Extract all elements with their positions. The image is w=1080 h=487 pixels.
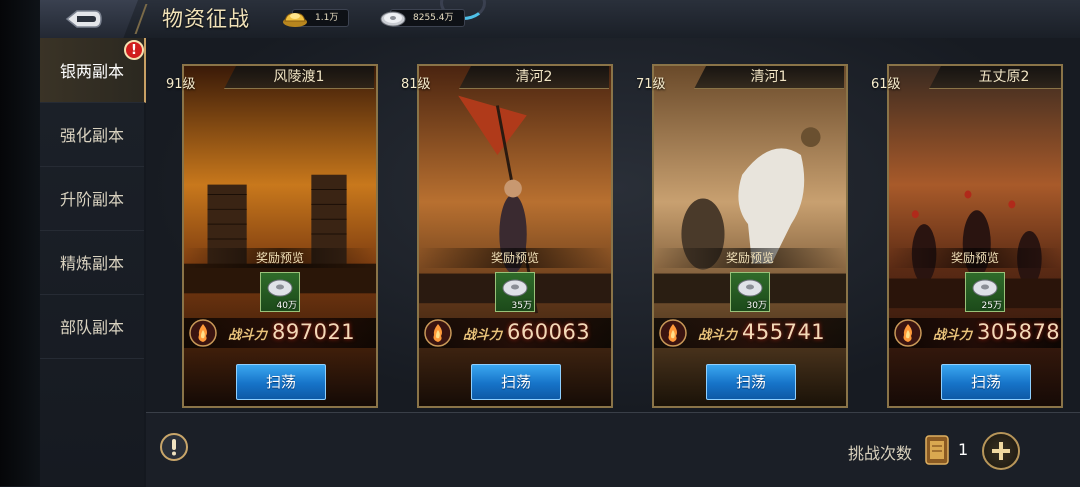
reward-item[interactable]: 30万 <box>730 272 770 312</box>
card-title: 清河2 <box>459 66 609 89</box>
level-badge: 71级 <box>636 77 666 92</box>
flame-icon <box>659 319 687 347</box>
power-label: 战斗力 <box>463 328 503 343</box>
flame-icon <box>894 319 922 347</box>
reward-amount: 35万 <box>511 301 532 311</box>
sidebar-item-label: 精炼副本 <box>59 254 124 273</box>
reward-preview-label: 奖励预览 <box>184 248 376 268</box>
flame-icon <box>189 319 217 347</box>
scroll-ticket-icon <box>925 435 949 465</box>
sidebar: 银两副本 强化副本 升阶副本 精炼副本 部队副本 <box>40 38 146 486</box>
back-arrow-icon <box>65 10 102 28</box>
sweep-button[interactable]: 扫荡 <box>706 364 796 400</box>
level-badge: 91级 <box>166 77 196 92</box>
sweep-button[interactable]: 扫荡 <box>236 364 326 400</box>
sidebar-item-label: 银两副本 <box>59 62 124 81</box>
power-value: 305878 <box>977 320 1061 344</box>
screen-edge <box>0 0 40 486</box>
card-title: 清河1 <box>694 66 844 89</box>
sidebar-item-label: 部队副本 <box>59 318 124 337</box>
reward-amount: 25万 <box>981 301 1002 311</box>
sidebar-item-label: 升阶副本 <box>59 190 124 209</box>
reward-item[interactable]: 40万 <box>260 272 300 312</box>
attempts-count: 1 <box>958 440 969 459</box>
reward-preview-label: 奖励预览 <box>419 248 611 268</box>
sidebar-item-enhance[interactable]: 强化副本 <box>40 102 144 167</box>
power-value: 660063 <box>507 320 591 344</box>
reward-item[interactable]: 35万 <box>495 272 535 312</box>
silver-coin-icon <box>380 11 406 27</box>
plus-icon <box>992 442 1010 460</box>
card-art-horse <box>654 66 846 406</box>
card-title: 风陵渡1 <box>224 66 374 89</box>
card-art-ships <box>184 66 376 406</box>
power-value: 897021 <box>272 320 356 344</box>
gold-ingot-icon <box>283 13 307 27</box>
reward-amount: 30万 <box>746 301 767 311</box>
gold-currency: 1.1万 <box>282 8 350 28</box>
alert-badge: ! <box>124 40 144 60</box>
card-title: 五丈原2 <box>929 66 1061 89</box>
reward-item[interactable]: 25万 <box>965 272 1005 312</box>
sweep-button[interactable]: 扫荡 <box>941 364 1031 400</box>
reward-amount: 40万 <box>276 301 297 311</box>
power-value: 455741 <box>742 320 826 344</box>
sweep-button[interactable]: 扫荡 <box>471 364 561 400</box>
back-button[interactable] <box>40 0 138 38</box>
sidebar-item-refine[interactable]: 精炼副本 <box>40 230 144 295</box>
sidebar-item-label: 强化副本 <box>59 126 124 145</box>
rules-button[interactable] <box>160 433 188 461</box>
power-label: 战斗力 <box>698 328 738 343</box>
dungeon-card[interactable]: 清河2 奖励预览 35万 战斗力 660063 扫荡 <box>417 64 613 408</box>
reward-preview-label: 奖励预览 <box>654 248 846 268</box>
level-badge: 61级 <box>871 77 901 92</box>
sidebar-item-advance[interactable]: 升阶副本 <box>40 166 144 231</box>
reward-preview-label: 奖励预览 <box>889 248 1061 268</box>
card-art-warrior <box>419 66 611 406</box>
power-label: 战斗力 <box>933 328 973 343</box>
flame-icon <box>424 319 452 347</box>
attempts-label: 挑战次数 <box>848 444 913 463</box>
dungeon-card[interactable]: 风陵渡1 奖励预览 40万 战斗力 897021 扫荡 <box>182 64 378 408</box>
sidebar-item-troops[interactable]: 部队副本 <box>40 294 144 359</box>
dungeon-card[interactable]: 清河1 奖励预览 30万 战斗力 455741 扫荡 <box>652 64 848 408</box>
power-label: 战斗力 <box>228 328 268 343</box>
dungeon-card[interactable]: 五丈原2 奖励预览 25万 战斗力 305878 扫荡 <box>887 64 1063 408</box>
exclamation-icon <box>172 439 176 456</box>
silver-currency: 8255.4万 <box>380 8 465 28</box>
card-art-battle <box>889 66 1061 406</box>
level-badge: 81级 <box>401 77 431 92</box>
add-attempts-button[interactable] <box>982 432 1020 470</box>
page-title: 物资征战 <box>162 7 250 31</box>
